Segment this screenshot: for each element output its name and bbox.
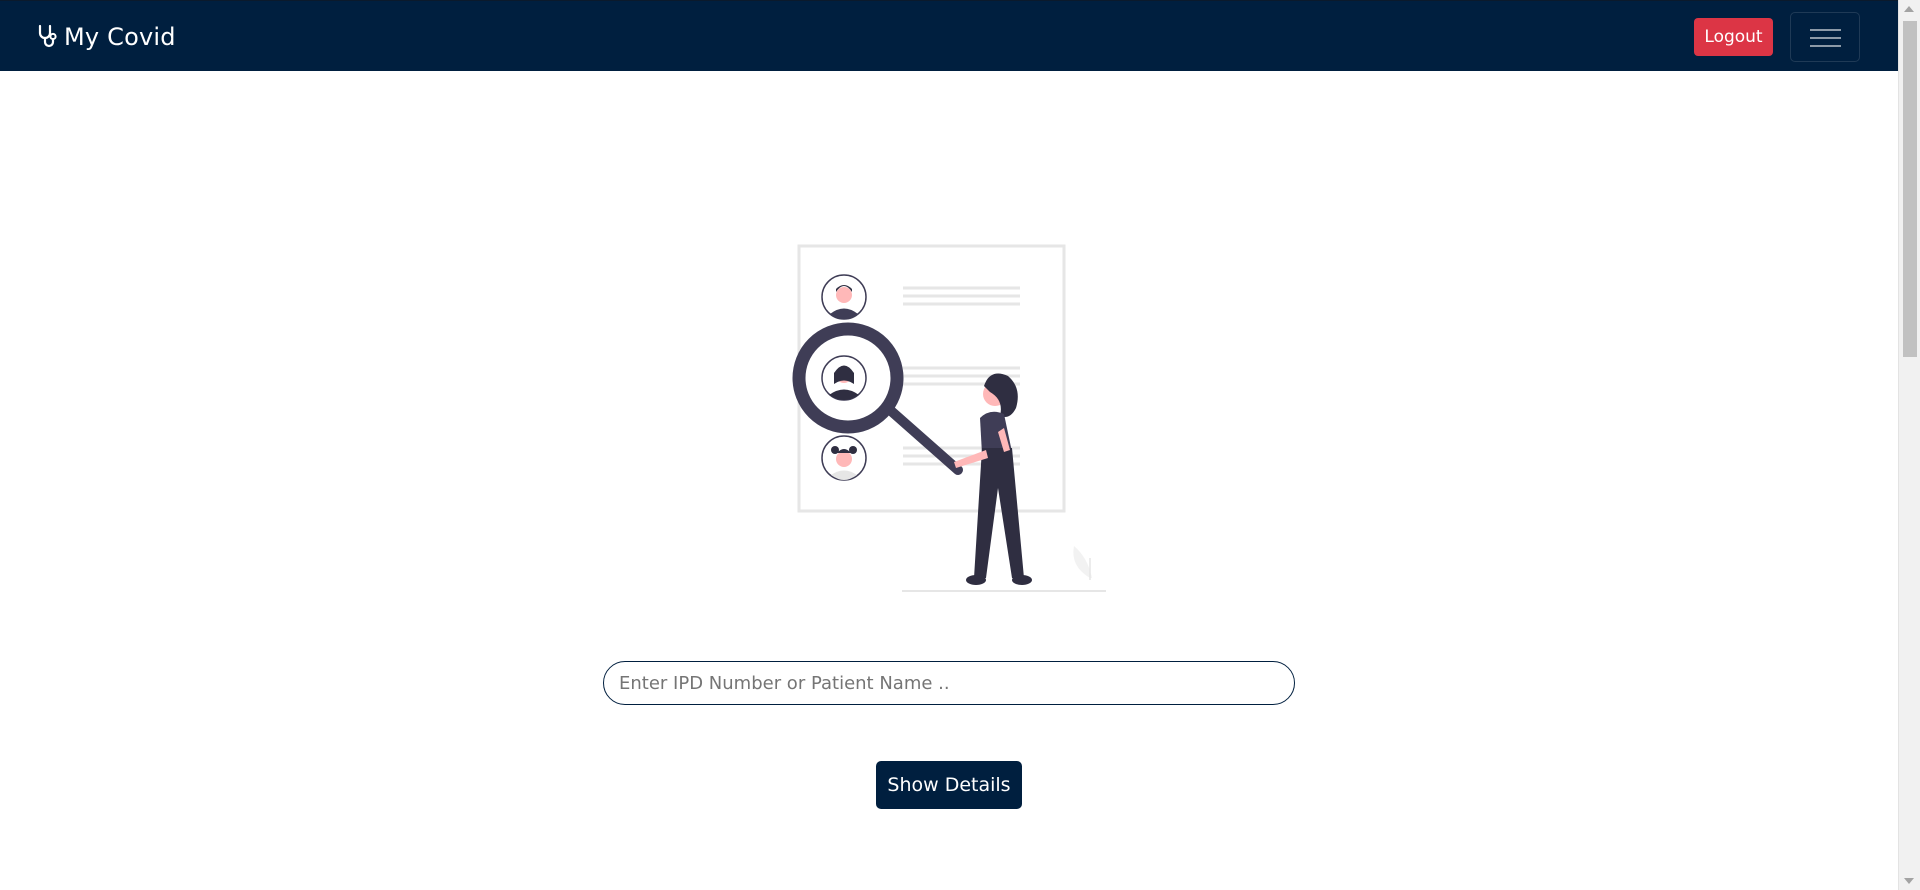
search-input[interactable] <box>603 661 1295 705</box>
scroll-down-arrow-icon[interactable] <box>1904 878 1914 884</box>
search-patient-illustration <box>790 240 1110 596</box>
navbar: My Covid Logout <box>0 0 1898 71</box>
scroll-up-arrow-icon[interactable] <box>1904 6 1914 12</box>
stethoscope-icon <box>36 24 58 50</box>
logout-button[interactable]: Logout <box>1694 18 1773 56</box>
vertical-scrollbar[interactable] <box>1898 0 1920 890</box>
scrollbar-thumb[interactable] <box>1903 21 1917 357</box>
navbar-toggler-button[interactable] <box>1790 12 1860 62</box>
brand-link[interactable]: My Covid <box>36 21 176 53</box>
brand-title: My Covid <box>64 23 176 51</box>
show-details-button[interactable]: Show Details <box>876 761 1022 809</box>
